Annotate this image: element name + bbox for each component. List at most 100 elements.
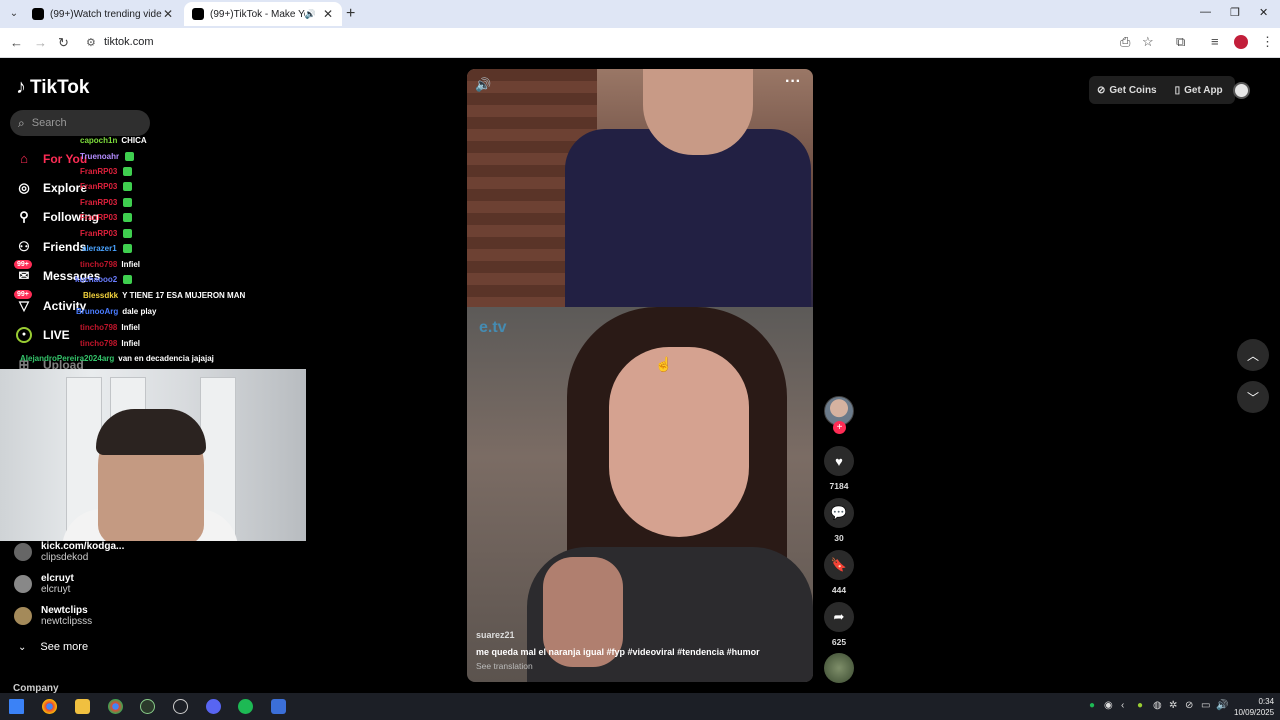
search-icon: ⌕ [18, 115, 25, 130]
extensions-icon[interactable]: ⧉ [1176, 34, 1185, 50]
obs-icon[interactable] [173, 699, 188, 714]
follow-plus-icon[interactable]: + [833, 421, 846, 434]
chat-message: FranRP03 [80, 167, 133, 176]
search-box[interactable]: ⌕ [10, 110, 150, 136]
see-more-button[interactable]: ⌄ See more [18, 641, 88, 653]
tray-arrow-icon[interactable]: ‹ [1121, 700, 1124, 711]
spotify-icon[interactable] [238, 699, 253, 714]
menu-kebab-icon[interactable]: ⋮ [1261, 34, 1274, 50]
discord-icon[interactable] [206, 699, 221, 714]
man-shirt [565, 129, 811, 307]
windows-start-icon[interactable] [9, 699, 24, 714]
tiktok-logo[interactable]: ♪ TikTok [16, 76, 89, 99]
chevron-down-icon: ⌄ [18, 641, 27, 653]
url-text[interactable]: tiktok.com [104, 36, 154, 48]
volume-icon[interactable]: 🔊 [475, 77, 491, 93]
nav-friends[interactable]: ⚇ Friends [16, 239, 86, 255]
user-avatar[interactable] [1233, 82, 1250, 99]
forward-icon[interactable]: → [34, 35, 47, 50]
chat-message: FranRP03 [80, 198, 133, 207]
tray-spotify-icon[interactable]: ● [1089, 700, 1095, 711]
music-disc-icon[interactable] [824, 653, 854, 683]
header-actions: ⊘ Get Coins ▯ Get App [1089, 76, 1235, 104]
notification-badge: 99+ [14, 260, 32, 269]
tray-volume-icon[interactable]: 🔊 [1216, 700, 1228, 711]
account-name: elcruyt [41, 573, 74, 584]
install-app-icon[interactable]: ⎙ [1120, 34, 1130, 50]
calculator-icon[interactable] [271, 699, 286, 714]
save-button[interactable]: 🔖 [824, 550, 854, 580]
like-button[interactable]: ♥ [824, 446, 854, 476]
compass-icon: ◎ [18, 180, 30, 195]
following-account[interactable]: kick.com/kodga... clipsdekod [14, 541, 124, 563]
video-player[interactable]: e.tv 🔊 ··· suarez21 me queda mal el nara… [467, 69, 813, 682]
nav-for-you[interactable]: ⌂ For You [16, 151, 87, 167]
coin-icon: ⊘ [1097, 84, 1106, 96]
chat-message: FranRP03 [80, 213, 133, 222]
close-tab-icon[interactable]: ✕ [162, 7, 174, 21]
comment-button[interactable]: 💬 [824, 498, 854, 528]
chat-message: tincho798 Infiel [80, 339, 140, 348]
following-account[interactable]: elcruyt elcruyt [14, 573, 74, 595]
tab-audio-icon[interactable]: 🔊 [305, 9, 316, 20]
phone-icon: ▯ [1174, 84, 1181, 96]
previous-video-button[interactable]: ︿ [1237, 339, 1269, 371]
tab-search-chevron-icon[interactable]: ⌄ [6, 6, 22, 22]
share-button[interactable]: ➦ [824, 602, 854, 632]
close-tab-icon[interactable]: ✕ [322, 7, 334, 21]
site-info-icon[interactable]: ⚙ [86, 36, 96, 49]
tray-security-icon[interactable]: ⊘ [1185, 700, 1193, 711]
profile-avatar[interactable] [1234, 35, 1248, 49]
see-more-label: See more [40, 641, 89, 653]
emote-icon [122, 244, 132, 253]
tray-settings-icon[interactable]: ✲ [1169, 700, 1177, 711]
tiktok-favicon-icon [192, 8, 204, 20]
new-tab-button[interactable]: + [346, 5, 355, 23]
media-controls-icon[interactable]: ≡ [1211, 34, 1219, 49]
comment-icon: 💬 [830, 505, 848, 520]
following-account[interactable]: Newtclips newtclipsss [14, 605, 92, 627]
chrome-active-icon[interactable] [108, 699, 123, 714]
get-app-button[interactable]: Get App [1184, 85, 1223, 96]
video-author[interactable]: suarez21 [476, 630, 515, 640]
clock-time: 0:34 [1258, 697, 1275, 706]
chat-username: FranRP03 [80, 229, 118, 238]
nav-explore[interactable]: ◎ Explore [16, 180, 87, 196]
get-coins-button[interactable]: Get Coins [1109, 85, 1156, 96]
clock-date: 10/09/2025 [1234, 708, 1275, 717]
chat-message: FranRP03 [80, 182, 133, 191]
system-clock[interactable]: 0:34 10/09/2025 [1234, 696, 1274, 718]
chrome-icon[interactable] [42, 699, 57, 714]
see-translation-link[interactable]: See translation [476, 661, 533, 671]
browser-tab-trending[interactable]: (99+)Watch trending videos for ✕ [24, 2, 182, 26]
tiktok-favicon-icon [32, 8, 44, 20]
app-icon[interactable] [140, 699, 155, 714]
next-video-button[interactable]: ﹀ [1237, 381, 1269, 413]
chat-message: kuchaooo2 [75, 275, 133, 284]
close-window-icon[interactable]: ✕ [1259, 6, 1268, 19]
back-icon[interactable]: ← [10, 35, 23, 50]
chat-username: FranRP03 [80, 198, 118, 207]
bookmark-star-icon[interactable]: ☆ [1142, 34, 1154, 50]
chat-username: tincho798 [80, 339, 118, 348]
messages-icon: ✉ [18, 268, 30, 283]
tray-discord-icon[interactable]: ◉ [1104, 700, 1113, 711]
minimize-icon[interactable]: — [1200, 6, 1211, 18]
activity-icon: ▽ [19, 298, 29, 313]
emote-icon [123, 275, 133, 284]
nav-live[interactable]: ● LIVE [16, 327, 70, 343]
tray-app-icon[interactable]: ● [1137, 700, 1143, 711]
more-options-icon[interactable]: ··· [785, 73, 801, 91]
comment-count: 30 [834, 533, 844, 543]
browser-tab-tiktok[interactable]: (99+)TikTok - Make Your Day 🔊 ✕ [184, 2, 342, 26]
file-explorer-icon[interactable] [75, 699, 90, 714]
reload-icon[interactable]: ↻ [58, 35, 69, 51]
chat-username: FranRP03 [80, 167, 118, 176]
restore-icon[interactable]: ❐ [1230, 6, 1240, 19]
tray-network-icon[interactable]: ▭ [1201, 700, 1210, 711]
tray-steam-icon[interactable]: ◍ [1153, 700, 1162, 711]
heart-icon: ♥ [835, 453, 843, 469]
search-input[interactable] [31, 117, 132, 129]
chat-username: tincho798 [80, 260, 118, 269]
chat-message: BrunooArg dale play [76, 307, 156, 316]
